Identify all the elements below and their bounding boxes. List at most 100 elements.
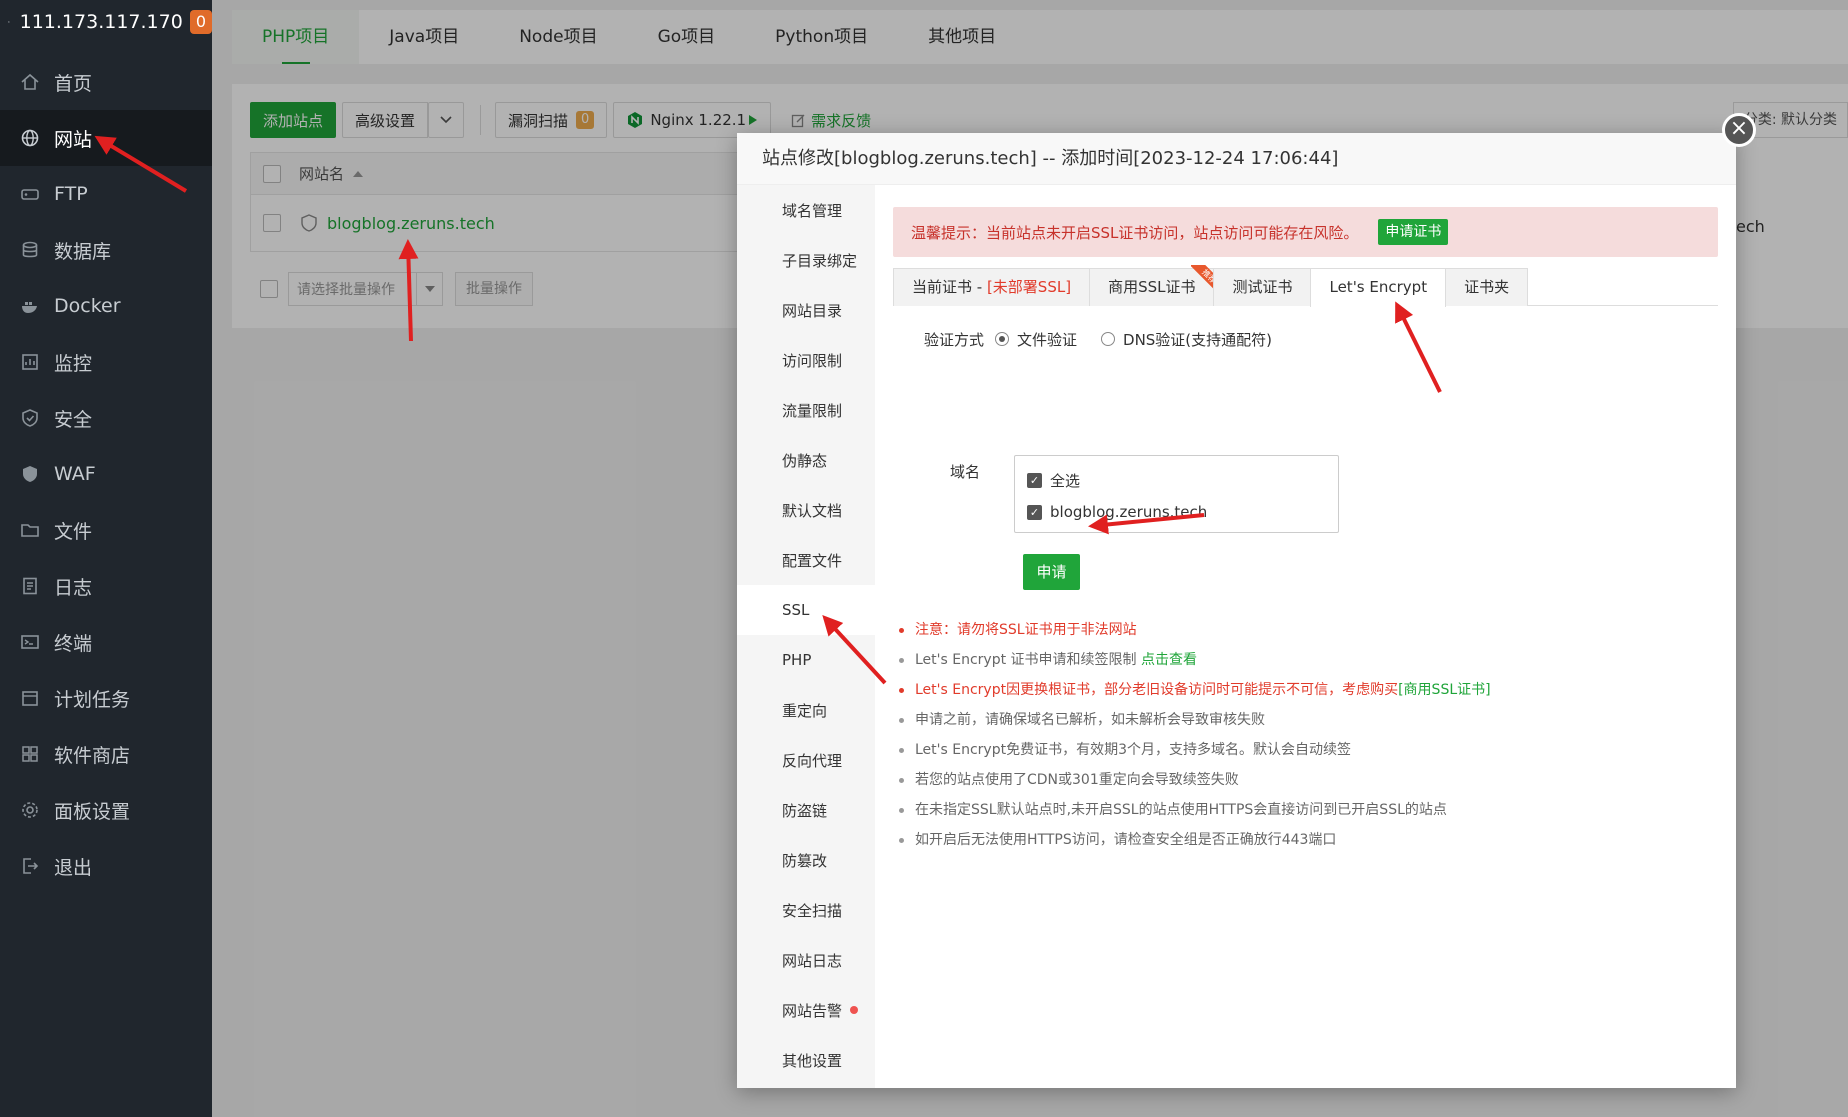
tip-item: 注意：请勿将SSL证书用于非法网站 <box>897 615 1491 645</box>
select-all-domains[interactable]: ✓ 全选 <box>1015 464 1338 496</box>
tab-cert-folder[interactable]: 证书夹 <box>1445 268 1529 306</box>
nav-rewrite[interactable]: 伪静态 <box>737 435 875 485</box>
alert-badge[interactable]: 0 <box>189 10 212 34</box>
ssl-warning: 温馨提示：当前站点未开启SSL证书访问，站点访问可能存在风险。 申请证书 <box>893 207 1718 257</box>
radio-file-verify[interactable]: 文件验证 <box>995 329 1077 350</box>
sidebar-item-waf[interactable]: WAF <box>0 446 212 502</box>
docker-icon <box>22 302 37 313</box>
site-edit-modal: 站点修改[blogblog.zeruns.tech] -- 添加时间[2023-… <box>737 113 1756 1088</box>
sidebar-item-terminal[interactable]: 终端 <box>0 614 212 670</box>
sidebar-item-label: Docker <box>54 295 121 317</box>
tab-current-cert[interactable]: 当前证书 - [未部署SSL] <box>893 268 1091 306</box>
tip-text: Let's Encrypt因更换根证书，部分老旧设备访问时可能提示不可信，考虑购… <box>915 682 1399 698</box>
calendar-icon <box>22 691 38 706</box>
sidebar-item-security[interactable]: 安全 <box>0 390 212 446</box>
verify-label: 验证方式 <box>924 330 985 349</box>
sidebar-item-label: 软件商店 <box>54 744 131 767</box>
sidebar-item-label: 面板设置 <box>54 800 131 823</box>
domain-list: ✓ 全选 ✓ blogblog.zeruns.tech <box>1014 455 1339 533</box>
apply-button[interactable]: 申请 <box>1023 554 1080 590</box>
nav-other-settings[interactable]: 其他设置 <box>737 1035 875 1085</box>
sidebar-item-label: 终端 <box>54 632 93 655</box>
nav-config-file[interactable]: 配置文件 <box>737 535 875 585</box>
nav-default-doc[interactable]: 默认文档 <box>737 485 875 535</box>
sidebar-item-website[interactable]: 网站 <box>0 110 212 166</box>
sidebar-item-label: 数据库 <box>54 240 112 263</box>
sidebar-item-store[interactable]: 软件商店 <box>0 726 212 782</box>
tip-item: 如开启后无法使用HTTPS访问，请检查安全组是否正确放行443端口 <box>897 825 1491 855</box>
sidebar-item-files[interactable]: 文件 <box>0 502 212 558</box>
nav-access-limit[interactable]: 访问限制 <box>737 335 875 385</box>
ssl-warning-text: 温馨提示：当前站点未开启SSL证书访问，站点访问可能存在风险。 <box>911 223 1359 242</box>
modal-nav: 域名管理 子目录绑定 网站目录 访问限制 流量限制 伪静态 默认文档 配置文件 … <box>737 185 875 1088</box>
tab-letsencrypt[interactable]: Let's Encrypt <box>1310 268 1447 307</box>
sidebar-item-label: 首页 <box>54 72 93 95</box>
domain-item-label: blogblog.zeruns.tech <box>1050 503 1208 521</box>
nav-security-scan[interactable]: 安全扫描 <box>737 885 875 935</box>
sidebar-item-logs[interactable]: 日志 <box>0 558 212 614</box>
sidebar-item-label: 计划任务 <box>54 688 131 711</box>
checkbox-checked-icon: ✓ <box>1027 504 1042 520</box>
sidebar-item-ftp[interactable]: FTP <box>0 166 212 222</box>
radio-file-label: 文件验证 <box>1017 330 1078 349</box>
radio-dot <box>1101 332 1116 346</box>
tip-item: 申请之前，请确保域名已解析，如未解析会导致审核失败 <box>897 705 1491 735</box>
server-ip: 111.173.117.170 <box>19 11 183 33</box>
nav-hotlink[interactable]: 防盗链 <box>737 785 875 835</box>
sidebar-nav: 首页 网站 FTP 数据库 Docker 监控 安全 WAF 文件 日志 终端 … <box>0 54 212 894</box>
tab-commercial-ssl[interactable]: 商用SSL证书 推荐 <box>1089 265 1222 306</box>
server-header: 111.173.117.170 0 <box>0 0 212 44</box>
radio-dns-verify[interactable]: DNS验证(支持通配符) <box>1101 329 1272 350</box>
nav-php[interactable]: PHP <box>737 635 875 685</box>
nav-tamper[interactable]: 防篡改 <box>737 835 875 885</box>
domain-item[interactable]: ✓ blogblog.zeruns.tech <box>1015 496 1338 528</box>
log-icon <box>23 577 37 595</box>
cert-status: [未部署SSL] <box>986 278 1072 296</box>
sidebar-item-database[interactable]: 数据库 <box>0 222 212 278</box>
sidebar-item-monitor[interactable]: 监控 <box>0 334 212 390</box>
close-button[interactable]: × <box>1722 113 1756 147</box>
nav-domain[interactable]: 域名管理 <box>737 185 875 235</box>
tip-item: Let's Encrypt因更换根证书，部分老旧设备访问时可能提示不可信，考虑购… <box>897 675 1491 705</box>
sidebar-item-docker[interactable]: Docker <box>0 278 212 334</box>
sidebar-item-home[interactable]: 首页 <box>0 54 212 110</box>
nav-reverse-proxy[interactable]: 反向代理 <box>737 735 875 785</box>
sidebar-item-settings[interactable]: 面板设置 <box>0 782 212 838</box>
nav-ssl[interactable]: SSL <box>737 585 875 635</box>
gear-icon <box>22 802 38 818</box>
sidebar-item-label: 文件 <box>54 520 93 543</box>
checkbox-checked-icon: ✓ <box>1027 472 1042 488</box>
nav-site-log[interactable]: 网站日志 <box>737 935 875 985</box>
tip-item: Let's Encrypt免费证书，有效期3个月，支持多域名。默认会自动续签 <box>897 735 1491 765</box>
tab-test-cert[interactable]: 测试证书 <box>1213 268 1312 306</box>
globe-icon <box>21 129 39 147</box>
radio-dot <box>995 332 1009 346</box>
waf-icon <box>23 466 37 482</box>
nav-site-alert[interactable]: 网站告警 <box>737 985 875 1035</box>
apps-icon <box>22 746 38 762</box>
home-icon <box>21 73 39 90</box>
verify-row: 验证方式 文件验证 DNS验证(支持通配符) <box>924 327 1296 351</box>
sidebar-item-label: WAF <box>54 463 96 485</box>
nav-subdir[interactable]: 子目录绑定 <box>737 235 875 285</box>
tip-text: Let's Encrypt 证书申请和续签限制 <box>915 652 1141 668</box>
sidebar-item-label: 退出 <box>54 856 93 879</box>
buy-commercial-link[interactable]: [商用SSL证书] <box>1398 682 1491 698</box>
nav-redirect[interactable]: 重定向 <box>737 685 875 735</box>
radio-dns-label: DNS验证(支持通配符) <box>1123 330 1273 349</box>
server-logo-icon <box>8 21 10 23</box>
ssl-tips: 注意：请勿将SSL证书用于非法网站 Let's Encrypt 证书申请和续签限… <box>897 615 1491 855</box>
cert-tabs: 当前证书 - [未部署SSL] 商用SSL证书 推荐 测试证书 Let's Enc… <box>893 265 1718 307</box>
terminal-icon <box>21 635 39 649</box>
nav-site-alert-label: 网站告警 <box>782 1001 843 1020</box>
sidebar: 111.173.117.170 0 首页 网站 FTP 数据库 Docker 监… <box>0 0 212 1117</box>
nav-site-dir[interactable]: 网站目录 <box>737 285 875 335</box>
view-limits-link[interactable]: 点击查看 <box>1141 652 1197 668</box>
nav-traffic-limit[interactable]: 流量限制 <box>737 385 875 435</box>
domain-label: 域名 <box>950 462 981 481</box>
sidebar-item-logout[interactable]: 退出 <box>0 838 212 894</box>
database-icon <box>22 241 38 258</box>
sidebar-item-cron[interactable]: 计划任务 <box>0 670 212 726</box>
shield-icon <box>22 409 38 427</box>
apply-cert-button[interactable]: 申请证书 <box>1378 219 1449 245</box>
